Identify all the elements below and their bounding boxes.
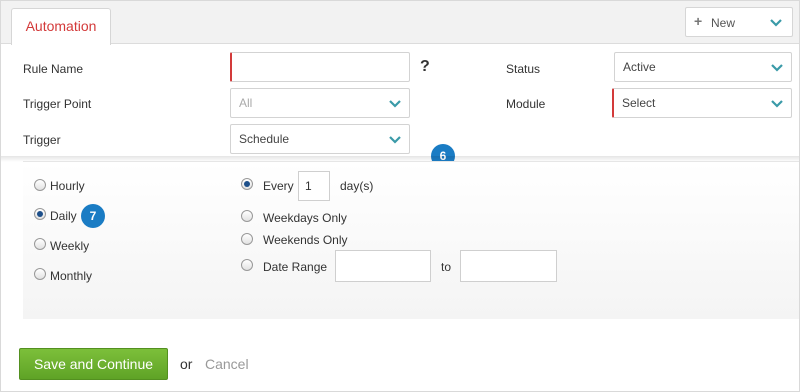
chevron-down-icon [389, 100, 401, 108]
top-bar: Automation + New [1, 1, 799, 45]
weekends-only-radio[interactable] [241, 233, 253, 245]
date-range-to-input[interactable] [460, 250, 557, 282]
weekly-label: Weekly [50, 239, 90, 253]
rule-name-label: Rule Name [23, 62, 84, 76]
to-label: to [441, 260, 452, 274]
hourly-radio[interactable] [34, 179, 46, 191]
date-range-radio[interactable] [241, 259, 253, 271]
trigger-value: Schedule [239, 132, 290, 146]
chevron-down-icon [389, 136, 401, 144]
schedule-panel [23, 161, 799, 319]
status-label: Status [506, 62, 541, 76]
monthly-label: Monthly [50, 269, 93, 283]
trigger-select[interactable]: Schedule [230, 124, 410, 154]
weekly-radio[interactable] [34, 238, 46, 250]
automation-window: Automation + New Rule Name Trigger Point… [0, 0, 800, 392]
tab-automation[interactable]: Automation [11, 8, 111, 45]
trigger-point-label: Trigger Point [23, 97, 92, 111]
cancel-link[interactable]: Cancel [205, 356, 249, 372]
module-label: Module [506, 97, 546, 111]
every-radio[interactable] [241, 178, 253, 190]
every-days-input[interactable]: 1 [298, 171, 330, 201]
new-dropdown-button[interactable]: + New [685, 7, 793, 37]
status-select[interactable]: Active [614, 52, 792, 82]
weekdays-only-label: Weekdays Only [263, 211, 347, 225]
chevron-down-icon [771, 64, 783, 72]
help-icon[interactable]: ? [420, 58, 430, 76]
every-label: Every [263, 179, 294, 193]
save-and-continue-button[interactable]: Save and Continue [19, 348, 168, 380]
date-range-label: Date Range [263, 260, 328, 274]
days-unit-label: day(s) [340, 179, 374, 193]
trigger-label: Trigger [23, 133, 61, 147]
rule-name-input[interactable] [230, 52, 410, 82]
module-value: Select [622, 96, 656, 110]
chevron-down-icon [770, 19, 782, 27]
chevron-down-icon [771, 100, 783, 108]
hourly-label: Hourly [50, 179, 85, 193]
date-range-from-input[interactable] [335, 250, 431, 282]
monthly-radio[interactable] [34, 268, 46, 280]
trigger-point-select[interactable]: All [230, 88, 410, 118]
or-label: or [180, 356, 193, 372]
step-badge-7: 7 [81, 204, 105, 228]
weekdays-only-radio[interactable] [241, 210, 253, 222]
module-select[interactable]: Select [612, 88, 792, 118]
daily-radio[interactable] [34, 208, 46, 220]
plus-icon: + [694, 13, 703, 29]
status-value: Active [623, 60, 656, 74]
daily-label: Daily [50, 209, 77, 223]
trigger-point-value: All [239, 96, 253, 110]
new-label: New [711, 16, 736, 30]
weekends-only-label: Weekends Only [263, 233, 348, 247]
